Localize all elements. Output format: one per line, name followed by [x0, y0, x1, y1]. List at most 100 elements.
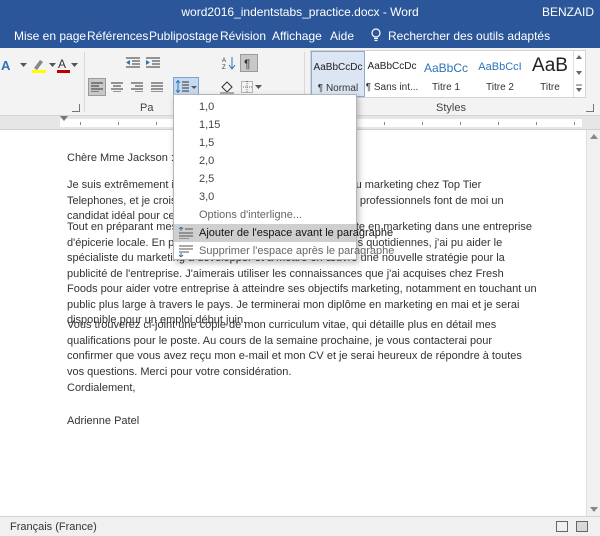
language-indicator[interactable]: Français (France) — [10, 521, 97, 533]
first-line-indent-marker[interactable] — [60, 116, 68, 121]
menu-item-label: 1,0 — [199, 101, 215, 113]
ruler-tick — [460, 122, 461, 125]
scroll-down-icon[interactable] — [590, 507, 598, 512]
text-effects-button[interactable]: A — [0, 56, 14, 74]
font-color-dropdown[interactable] — [70, 56, 78, 74]
align-left-icon — [91, 82, 103, 92]
menu-item-label: 2,5 — [199, 173, 215, 185]
line-spacing-options-item[interactable]: Options d'interligne... — [174, 206, 356, 224]
title-bar: word2016_indentstabs_practice.docx - Wor… — [0, 0, 600, 24]
ruler-tick — [384, 122, 385, 125]
borders-icon — [241, 81, 253, 93]
show-hide-formatting-button[interactable]: ¶ — [240, 54, 258, 72]
styles-group-launcher[interactable] — [586, 104, 594, 112]
font-group-launcher[interactable] — [72, 104, 80, 112]
sort-icon: AZ — [222, 57, 236, 70]
style-sample: AaBbCcDc — [367, 61, 417, 72]
style-heading-2[interactable]: AaBbCcI Titre 2 — [473, 51, 527, 97]
highlight-color-button[interactable] — [30, 56, 48, 74]
letter-closing: Cordialement, — [67, 382, 136, 394]
increase-indent-button[interactable] — [144, 54, 162, 72]
ruler-tick — [536, 122, 537, 125]
style-no-spacing[interactable]: AaBbCcDc ¶ Sans int... — [365, 51, 419, 97]
menu-item-label: 3,0 — [199, 191, 215, 203]
ruler-tick — [80, 122, 81, 125]
ruler-tick — [498, 122, 499, 125]
svg-text:¶: ¶ — [244, 57, 250, 70]
add-space-before-item[interactable]: Ajouter de l'espace avant le paragraphe — [174, 224, 393, 242]
highlight-dropdown[interactable] — [48, 56, 56, 74]
sort-button[interactable]: AZ — [220, 54, 238, 72]
style-name: Titre 2 — [486, 82, 514, 93]
tab-review[interactable]: Révision — [220, 29, 266, 43]
document-title: word2016_indentstabs_practice.docx - Wor… — [181, 5, 419, 19]
style-sample: AaBbCcDc — [313, 62, 363, 73]
line-spacing-option-1-0[interactable]: 1,0 — [174, 98, 356, 116]
highlighter-icon — [32, 60, 46, 73]
chevron-down-icon — [254, 85, 262, 89]
align-left-button[interactable] — [88, 78, 106, 96]
line-spacing-option-1-15[interactable]: 1,15 — [174, 116, 356, 134]
increase-indent-icon — [146, 57, 160, 68]
align-center-button[interactable] — [108, 78, 126, 96]
menu-item-label: Ajouter de l'espace avant le paragraphe — [199, 227, 394, 239]
text-effects-icon: A — [1, 58, 11, 72]
align-right-button[interactable] — [128, 78, 146, 96]
justify-button[interactable] — [148, 78, 166, 96]
ribbon-tabs: Mise en page Références Publipostage Rév… — [0, 24, 600, 48]
font-color-button[interactable]: A — [56, 56, 70, 74]
tab-mailings[interactable]: Publipostage — [149, 29, 218, 43]
tab-layout[interactable]: Mise en page — [14, 29, 86, 43]
add-space-before-icon — [179, 227, 193, 239]
user-name[interactable]: BENZAID — [542, 5, 594, 19]
menu-item-label: Supprimer l'espace après le paragraphe — [199, 245, 395, 257]
style-heading-1[interactable]: AaBbCc Titre 1 — [419, 51, 473, 97]
svg-text:A: A — [222, 58, 226, 64]
ruler-tick — [118, 122, 119, 125]
ruler-tick — [574, 122, 575, 125]
remove-space-after-icon — [179, 245, 193, 257]
justify-icon — [151, 82, 163, 92]
line-spacing-icon — [175, 80, 197, 94]
tab-help[interactable]: Aide — [330, 29, 354, 43]
line-spacing-option-2-5[interactable]: 2,5 — [174, 170, 356, 188]
style-title[interactable]: AaB Titre — [527, 51, 573, 97]
chevron-down-icon — [19, 63, 27, 67]
style-sample: AaB — [532, 55, 568, 76]
line-spacing-option-3-0[interactable]: 3,0 — [174, 188, 356, 206]
style-normal[interactable]: AaBbCcDc ¶ Normal — [311, 51, 365, 97]
menu-item-label: 2,0 — [199, 155, 215, 167]
style-name: Titre — [540, 82, 560, 93]
letter-signature: Adrienne Patel — [67, 415, 140, 427]
menu-item-label: 1,15 — [199, 119, 221, 131]
style-name: Titre 1 — [432, 82, 460, 93]
menu-item-label: Options d'interligne... — [199, 209, 302, 221]
text-effects-dropdown[interactable] — [16, 56, 30, 74]
styles-gallery-scroll[interactable] — [573, 51, 585, 97]
lightbulb-icon — [371, 28, 381, 42]
align-right-icon — [131, 82, 143, 92]
read-mode-icon[interactable] — [556, 521, 568, 532]
styles-group-label: Styles — [436, 102, 466, 114]
tell-me-search[interactable]: Rechercher des outils adaptés — [388, 29, 550, 43]
remove-space-after-item[interactable]: Supprimer l'espace après le paragraphe — [174, 242, 394, 260]
svg-text:A: A — [58, 57, 66, 71]
decrease-indent-button[interactable] — [124, 54, 142, 72]
style-name: ¶ Sans int... — [365, 82, 419, 93]
chevron-down-icon — [70, 63, 78, 67]
svg-text:A: A — [1, 58, 11, 72]
line-spacing-option-1-5[interactable]: 1,5 — [174, 134, 356, 152]
print-layout-icon[interactable] — [576, 521, 588, 532]
tab-view[interactable]: Affichage — [272, 29, 322, 43]
decrease-indent-icon — [126, 57, 140, 68]
style-sample: AaBbCcI — [478, 61, 522, 73]
line-spacing-option-2-0[interactable]: 2,0 — [174, 152, 356, 170]
tab-references[interactable]: Références — [87, 29, 148, 43]
scroll-up-icon[interactable] — [590, 134, 598, 139]
gallery-scroll-arrows-icon — [576, 55, 582, 92]
styles-gallery: AaBbCcDc ¶ Normal AaBbCcDc ¶ Sans int...… — [310, 50, 586, 98]
pilcrow-icon: ¶ — [244, 57, 250, 70]
vertical-scrollbar[interactable] — [586, 130, 600, 516]
style-name: ¶ Normal — [317, 83, 359, 94]
svg-text:Z: Z — [222, 65, 226, 70]
